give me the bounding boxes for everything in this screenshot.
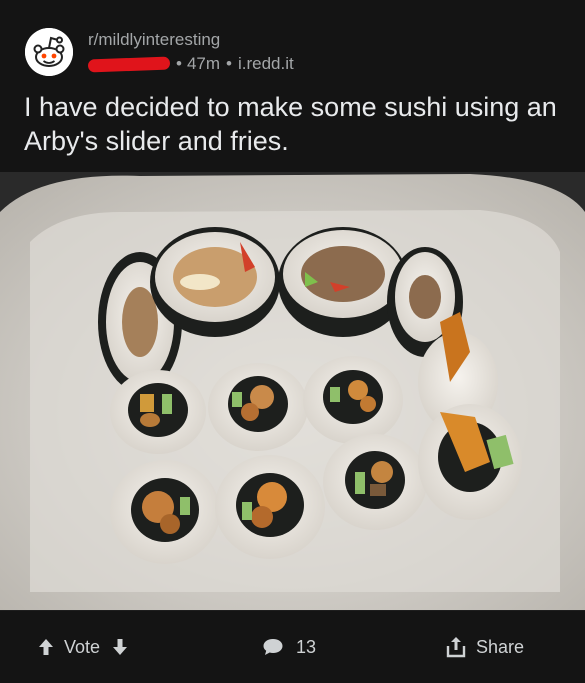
post-header: r/mildlyinteresting • 47m • i.redd.it I …: [0, 0, 585, 172]
reddit-snoo-icon: [25, 28, 73, 76]
upvote-arrow-icon[interactable]: [38, 638, 54, 656]
comments-button[interactable]: 13: [262, 633, 316, 661]
post-domain[interactable]: i.redd.it: [238, 54, 294, 74]
post-actions-bar: Vote 13 Share: [0, 610, 585, 683]
share-button[interactable]: Share: [446, 633, 524, 661]
share-label: Share: [476, 636, 525, 657]
vote-control: Vote: [38, 633, 128, 661]
downvote-arrow-icon[interactable]: [112, 638, 128, 656]
share-icon: [446, 637, 466, 658]
post-title[interactable]: I have decided to make some sushi using …: [24, 90, 564, 158]
vote-label: Vote: [64, 636, 101, 657]
comment-bubble-icon: [263, 639, 283, 655]
redacted-username: [87, 56, 171, 72]
sushi-photo: [0, 172, 585, 610]
subreddit-avatar[interactable]: [25, 28, 73, 76]
subreddit-name[interactable]: r/mildlyinteresting: [88, 30, 220, 50]
post-age: 47m: [186, 54, 221, 73]
meta-separator: •: [176, 54, 182, 73]
meta-separator: •: [226, 54, 232, 73]
comment-count: 13: [296, 636, 317, 657]
post-image[interactable]: [0, 172, 585, 610]
post-meta: • 47m • i.redd.it: [87, 54, 294, 74]
